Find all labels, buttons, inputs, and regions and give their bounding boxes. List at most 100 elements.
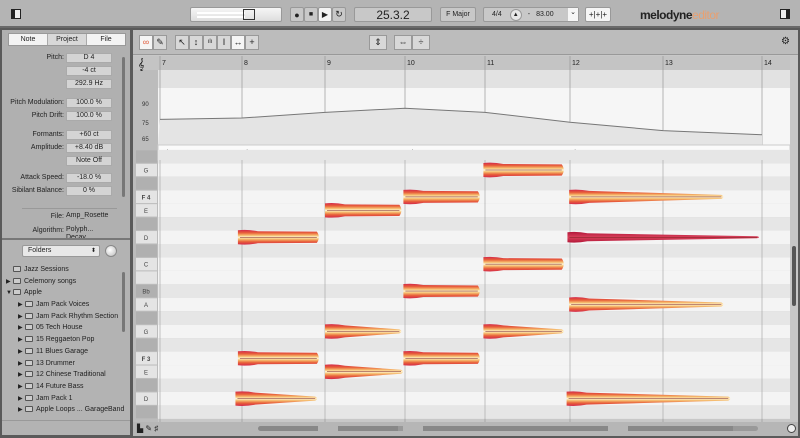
pitch-row bbox=[158, 378, 790, 392]
amplitude-tool-icon[interactable]: I bbox=[217, 35, 231, 50]
meter-display[interactable]: 4/4 bbox=[492, 11, 502, 18]
piano-key[interactable] bbox=[136, 311, 157, 325]
toggle-right-panel-icon[interactable] bbox=[780, 9, 790, 19]
param-value-field[interactable]: -4 ct bbox=[66, 66, 112, 76]
browser-folder-item[interactable]: ▶ 13 Drummer bbox=[2, 358, 122, 370]
bar-number: 14 bbox=[764, 60, 772, 67]
param-value-field[interactable]: 292.9 Hz bbox=[66, 79, 112, 89]
browser-folder-item[interactable]: ▶ 05 Tech House bbox=[2, 322, 122, 334]
pitch-label: F 3 bbox=[142, 357, 151, 363]
overview-waveform[interactable] bbox=[258, 426, 758, 431]
browser-folder-item[interactable]: ▶ 12 Chinese Traditional bbox=[2, 369, 122, 381]
piano-key[interactable] bbox=[136, 244, 157, 257]
bar-number: 8 bbox=[244, 60, 248, 67]
main-tool-icon[interactable]: ↖ bbox=[175, 35, 189, 50]
piano-key[interactable] bbox=[136, 177, 157, 190]
browser-options-icon[interactable] bbox=[105, 245, 117, 257]
browser-folder-item[interactable]: ▶ Jam Pack Voices bbox=[2, 299, 122, 311]
param-value-field[interactable]: Note Off bbox=[66, 156, 112, 166]
folder-label: Celemony songs bbox=[24, 277, 77, 285]
separation-tool-icon[interactable]: + bbox=[245, 35, 259, 50]
stop-button[interactable]: ■ bbox=[304, 7, 318, 22]
ruler[interactable] bbox=[133, 56, 793, 70]
param-value-field[interactable]: +60 ct bbox=[66, 130, 112, 140]
browser-folder-item[interactable]: Jazz Sessions bbox=[2, 264, 122, 276]
param-value-field[interactable]: +8.40 dB bbox=[66, 143, 112, 153]
bar-number: 7 bbox=[162, 60, 166, 67]
tempo-menu[interactable]: ⌄ bbox=[568, 8, 578, 21]
param-label: Pitch: bbox=[46, 54, 64, 61]
position-scrubber[interactable] bbox=[190, 7, 282, 22]
toggle-left-panel-icon[interactable] bbox=[11, 9, 21, 19]
loop-button[interactable]: ↻ bbox=[332, 7, 346, 22]
quantize-time-icon[interactable]: ⇔ bbox=[394, 35, 412, 50]
pitch-row bbox=[158, 176, 790, 191]
pitch-grid[interactable]: 𝄞7891011121314907565Bbd-CBbsus2C5d-GF 4E… bbox=[133, 56, 793, 422]
quantize-pitch-icon[interactable]: ⇕ bbox=[369, 35, 387, 50]
tempo-group: 4/4 ▲ - 83.00 ⌄ bbox=[483, 7, 579, 22]
scrubber-handle[interactable] bbox=[243, 9, 255, 20]
pitch-row bbox=[158, 311, 790, 325]
pitch-tool-icon[interactable]: ↕ bbox=[189, 35, 203, 50]
folder-icon bbox=[25, 371, 33, 378]
macro-tool-icon[interactable]: ✎ bbox=[153, 35, 167, 50]
key-display[interactable]: F Major bbox=[440, 7, 476, 22]
folder-icon bbox=[25, 324, 33, 331]
browser-folder-item[interactable]: ▶ Apple Loops ... GarageBand bbox=[2, 404, 124, 417]
pitch-row bbox=[158, 405, 790, 419]
metronome-icon[interactable]: ▲ bbox=[509, 8, 522, 21]
browser-folder-item[interactable]: ▶ Celemony songs bbox=[2, 276, 122, 288]
browser-folder-item[interactable]: ▶ 11 Blues Garage bbox=[2, 346, 122, 358]
piano-key[interactable] bbox=[136, 150, 157, 163]
browser-folder-item[interactable]: ▶ Jam Pack Rhythm Section bbox=[2, 311, 122, 323]
pitch-row bbox=[158, 244, 790, 258]
pitch-row bbox=[158, 217, 790, 231]
overview-scrollbar[interactable]: ▙ ✎ ♯ bbox=[133, 422, 798, 436]
timing-tool-icon[interactable]: ↔ bbox=[231, 35, 245, 50]
folder-label: 11 Blues Garage bbox=[36, 347, 89, 355]
clef-tool-icon[interactable]: ▙ ✎ ♯ bbox=[137, 424, 158, 433]
folders-dropdown[interactable]: Folders ⬍ bbox=[22, 245, 100, 257]
tab-note[interactable]: Note bbox=[9, 34, 48, 45]
position-display[interactable]: 25.3.2 bbox=[354, 7, 432, 22]
treble-clef-icon[interactable]: 𝄞 bbox=[138, 58, 145, 71]
folder-label: Jam Pack 1 bbox=[36, 394, 73, 402]
folder-icon bbox=[25, 301, 33, 308]
folder-icon bbox=[25, 406, 33, 413]
zoom-icon[interactable] bbox=[787, 424, 796, 433]
vertical-zoom-handle[interactable] bbox=[792, 246, 796, 306]
settings-gear-icon[interactable]: ⚙ bbox=[781, 36, 790, 47]
piano-key[interactable] bbox=[136, 379, 157, 392]
split-icon[interactable]: ÷ bbox=[412, 35, 430, 50]
tab-file[interactable]: File bbox=[87, 34, 125, 45]
browser-folder-item[interactable]: ▶ 15 Reggaeton Pop bbox=[2, 334, 122, 346]
piano-key[interactable] bbox=[136, 217, 157, 230]
tempo-display[interactable]: 83.00 bbox=[536, 11, 554, 18]
formant-tool-icon[interactable]: ılı bbox=[203, 35, 217, 50]
bar-number: 9 bbox=[327, 60, 331, 67]
tempo-detect-button[interactable]: +|+|+ bbox=[585, 7, 611, 22]
param-value-field[interactable]: 100.0 % bbox=[66, 98, 112, 108]
piano-key[interactable] bbox=[136, 405, 157, 419]
pitch-row bbox=[158, 324, 790, 339]
tempo-tick-label: 65 bbox=[142, 137, 149, 143]
folder-icon bbox=[25, 359, 33, 366]
param-value-field[interactable]: 100.0 % bbox=[66, 111, 112, 121]
blob-view-icon[interactable]: ∞ bbox=[139, 35, 153, 50]
play-button[interactable]: ▶ bbox=[318, 7, 332, 22]
param-value-field[interactable]: -18.0 % bbox=[66, 173, 112, 183]
browser-folder-item[interactable]: ▼ Apple bbox=[2, 287, 122, 299]
browser-scrollbar[interactable] bbox=[122, 272, 125, 332]
record-button[interactable]: ● bbox=[290, 7, 304, 22]
browser-folder-item[interactable]: ▶ 14 Future Bass bbox=[2, 381, 122, 393]
param-value-field[interactable]: D 4 bbox=[66, 53, 112, 63]
tab-project[interactable]: Project bbox=[48, 34, 87, 45]
piano-key[interactable] bbox=[136, 338, 157, 352]
param-value-field[interactable]: 0 % bbox=[66, 186, 112, 196]
piano-key[interactable] bbox=[136, 271, 157, 284]
browser-folder-item[interactable]: ▶ Jam Pack 1 bbox=[2, 393, 122, 405]
pitch-label: D bbox=[144, 397, 149, 403]
vertical-scrollbar[interactable] bbox=[790, 56, 798, 422]
disclosure-triangle-icon[interactable]: ▶ bbox=[18, 405, 25, 417]
inspector-scrollbar[interactable] bbox=[122, 57, 125, 197]
